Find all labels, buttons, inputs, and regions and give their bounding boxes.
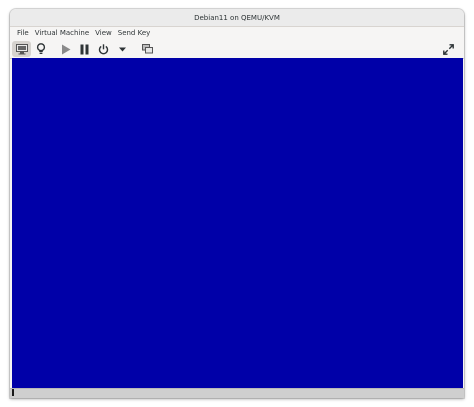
pause-button[interactable]	[75, 41, 94, 57]
menu-virtual-machine[interactable]: Virtual Machine	[32, 27, 92, 40]
shutdown-button[interactable]	[94, 41, 113, 57]
snapshots-button[interactable]	[138, 41, 157, 57]
lightbulb-icon	[36, 43, 45, 54]
status-bar	[10, 388, 464, 398]
play-icon	[61, 44, 70, 54]
window-title: Debian11 on QEMU/KVM	[194, 13, 280, 22]
console-view-button[interactable]	[12, 41, 31, 57]
fullscreen-icon	[443, 43, 454, 55]
menu-send-key[interactable]: Send Key	[115, 27, 154, 40]
pause-icon	[80, 44, 89, 54]
menu-file[interactable]: File	[14, 27, 32, 40]
monitor-icon	[15, 43, 28, 54]
menu-bar: File Virtual Machine View Send Key	[10, 27, 464, 40]
title-bar[interactable]: Debian11 on QEMU/KVM	[10, 9, 464, 27]
details-view-button[interactable]	[31, 41, 50, 57]
fullscreen-button[interactable]	[439, 41, 458, 57]
resize-grip	[12, 389, 14, 396]
shutdown-menu-button[interactable]	[113, 41, 132, 57]
vm-window: Debian11 on QEMU/KVM File Virtual Machin…	[10, 9, 464, 398]
toolbar	[10, 40, 464, 59]
run-button[interactable]	[56, 41, 75, 57]
menu-view[interactable]: View	[92, 27, 115, 40]
power-icon	[98, 43, 109, 54]
chevron-down-icon	[119, 47, 126, 51]
snapshots-icon	[142, 44, 153, 54]
vm-console-display[interactable]	[12, 58, 463, 389]
